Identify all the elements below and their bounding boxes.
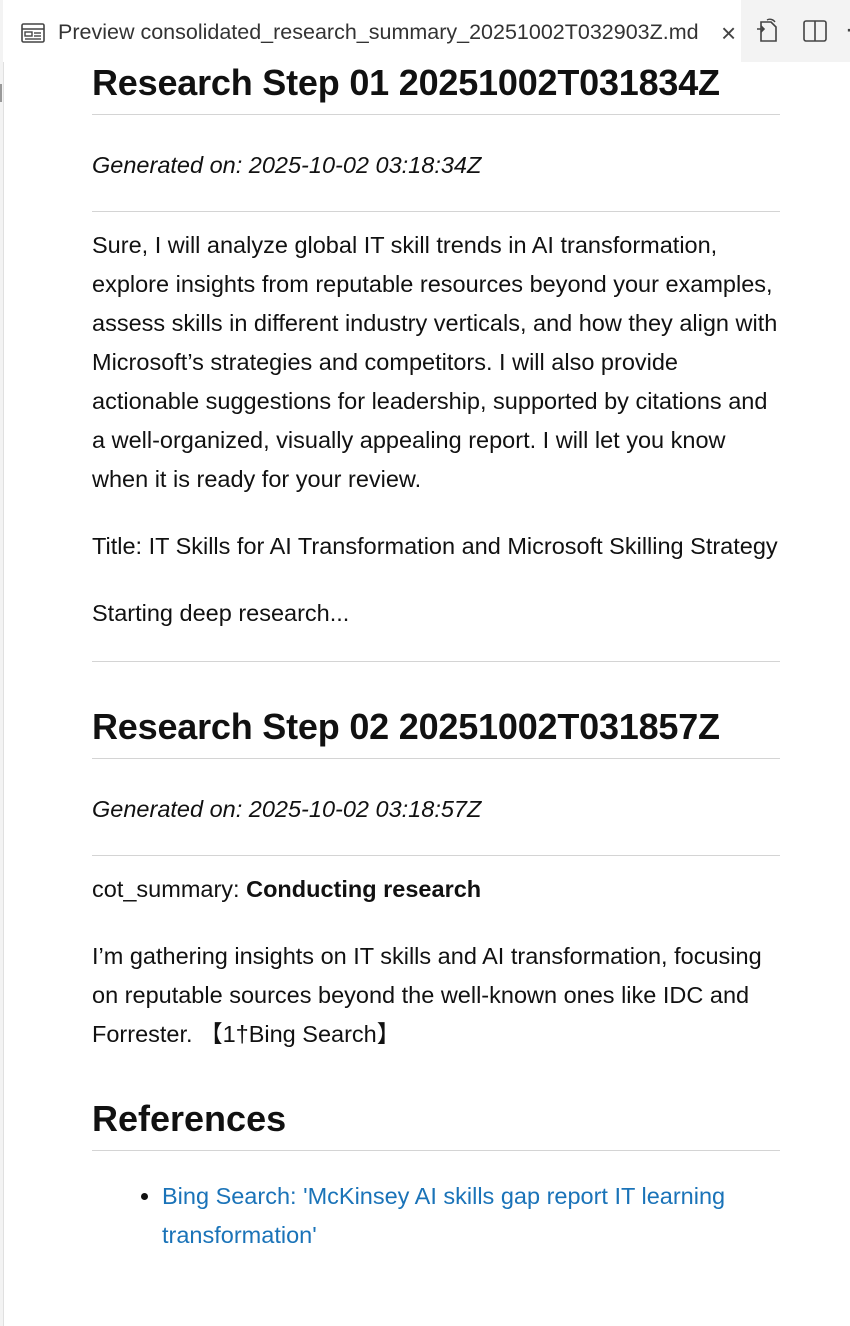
split-editor-icon[interactable] bbox=[800, 16, 830, 46]
reference-link[interactable]: Bing Search: 'McKinsey AI skills gap rep… bbox=[162, 1183, 725, 1248]
step-01-paragraph-intro: Sure, I will analyze global IT skill tre… bbox=[92, 232, 778, 492]
editor-actions-toolbar: · bbox=[741, 0, 850, 62]
step-02-heading: Research Step 02 20251002T031857Z bbox=[92, 706, 780, 759]
preview-tab[interactable]: Preview consolidated_research_summary_20… bbox=[3, 0, 741, 62]
divider bbox=[92, 661, 780, 662]
gutter-marker bbox=[0, 84, 2, 102]
cot-summary-label: cot_summary: bbox=[92, 876, 247, 902]
cot-summary-value: Conducting research bbox=[246, 876, 482, 902]
open-source-icon[interactable] bbox=[753, 16, 783, 46]
step-01-generated: Generated on: 2025-10-02 03:18:34Z bbox=[92, 152, 482, 178]
editor-tab-bar: Preview consolidated_research_summary_20… bbox=[3, 0, 850, 62]
window-edge bbox=[0, 0, 4, 1326]
preview-icon bbox=[21, 23, 45, 43]
references-list: Bing Search: 'McKinsey AI skills gap rep… bbox=[92, 1177, 780, 1255]
reference-item: Bing Search: 'McKinsey AI skills gap rep… bbox=[162, 1177, 780, 1255]
step-01-heading: Research Step 01 20251002T031834Z bbox=[92, 62, 780, 115]
divider bbox=[92, 211, 780, 212]
close-icon[interactable]: × bbox=[721, 20, 736, 46]
markdown-preview: Research Step 01 20251002T031834Z Genera… bbox=[92, 62, 780, 1255]
step-01-paragraph-title: Title: IT Skills for AI Transformation a… bbox=[92, 533, 778, 559]
tab-title: Preview consolidated_research_summary_20… bbox=[58, 20, 699, 44]
step-01-paragraph-status: Starting deep research... bbox=[92, 600, 350, 626]
step-02-generated: Generated on: 2025-10-02 03:18:57Z bbox=[92, 796, 482, 822]
references-heading: References bbox=[92, 1098, 780, 1151]
step-02-paragraph: I’m gathering insights on IT skills and … bbox=[92, 943, 762, 1047]
divider bbox=[92, 855, 780, 856]
step-02-cot-summary: cot_summary: Conducting research bbox=[92, 870, 780, 909]
more-actions-icon[interactable]: · bbox=[845, 18, 850, 48]
